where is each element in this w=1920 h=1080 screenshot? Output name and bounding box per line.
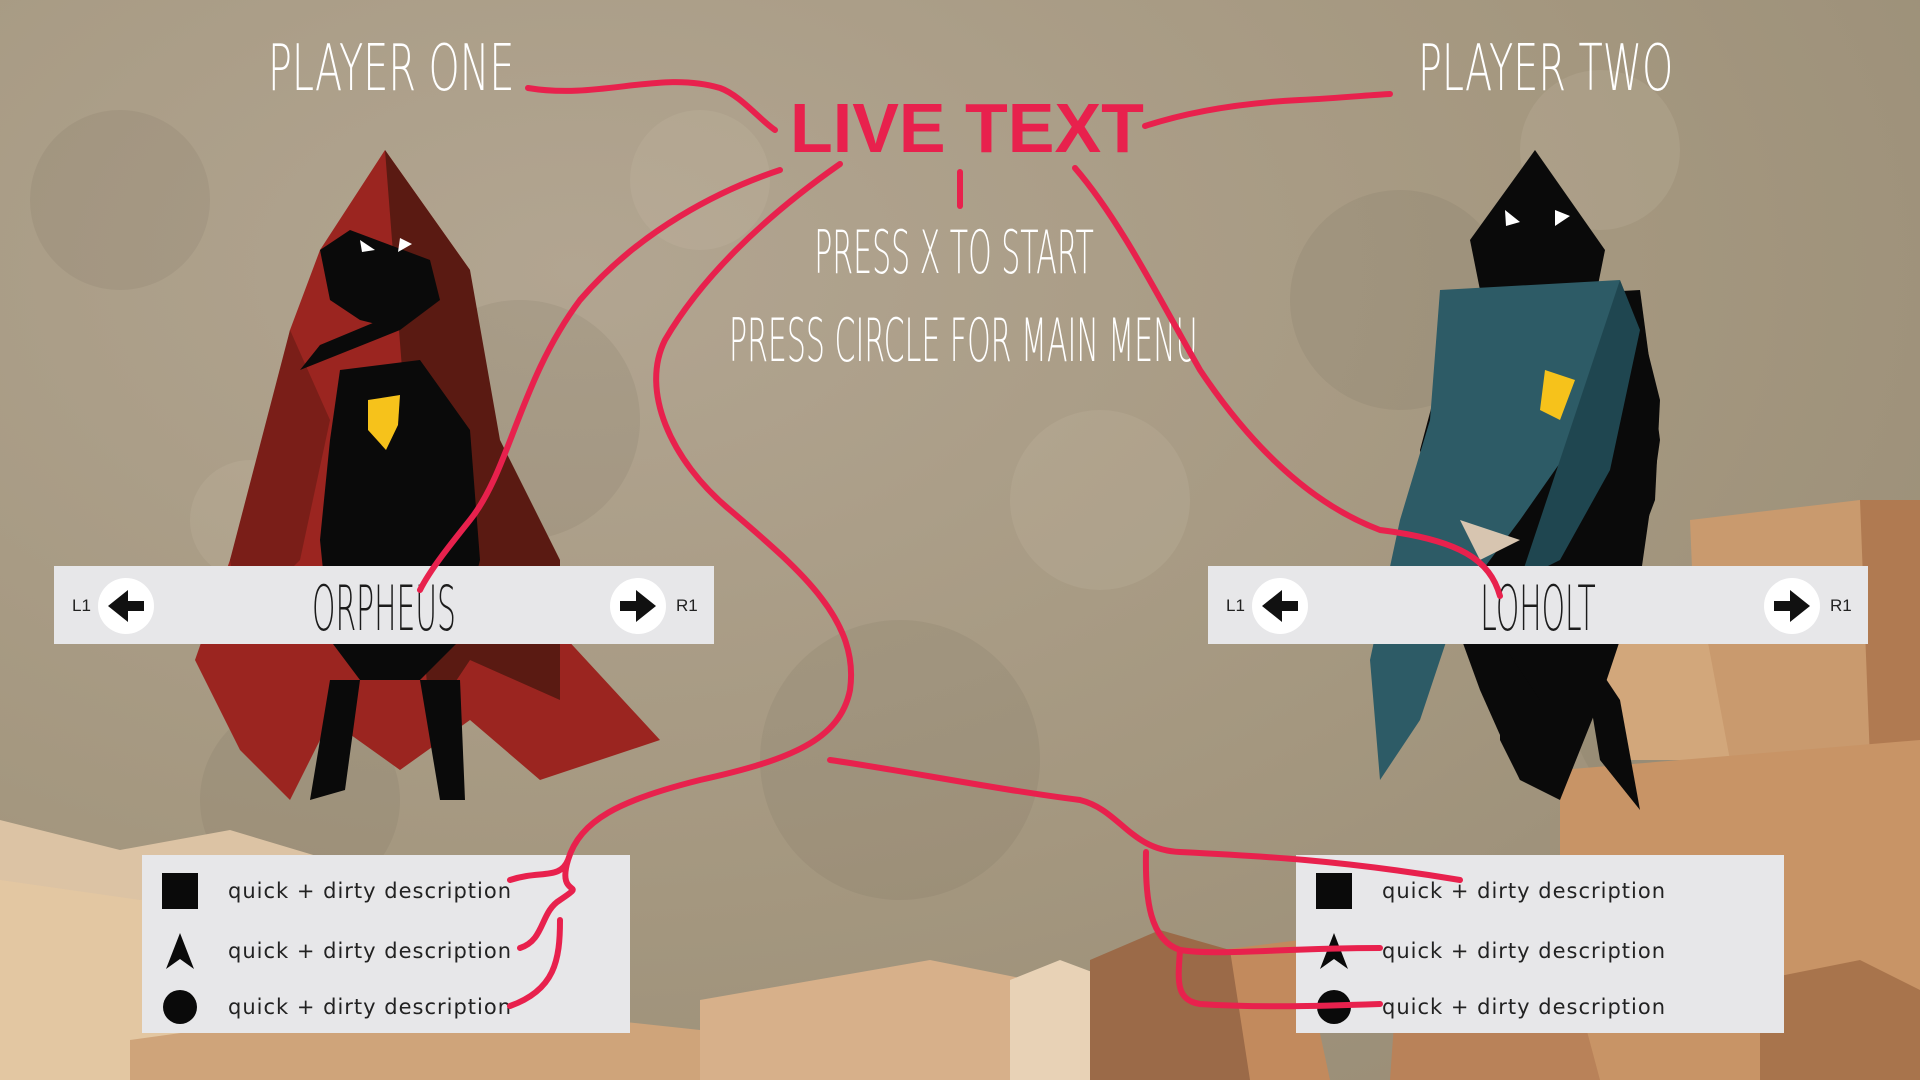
connector-player-one-heading — [525, 79, 778, 133]
annotation-connectors — [417, 79, 1503, 1010]
character-select-screen: PLAYER ONE PLAYER TWO LIVE TEXT PRESS X … — [0, 0, 1920, 1080]
connector-player-one-list — [507, 161, 855, 1009]
connector-player-one-name — [417, 167, 783, 593]
connector-player-two-list — [827, 757, 1463, 1010]
connector-player-two-name — [1072, 165, 1503, 599]
connector-player-two-heading — [1142, 91, 1393, 129]
